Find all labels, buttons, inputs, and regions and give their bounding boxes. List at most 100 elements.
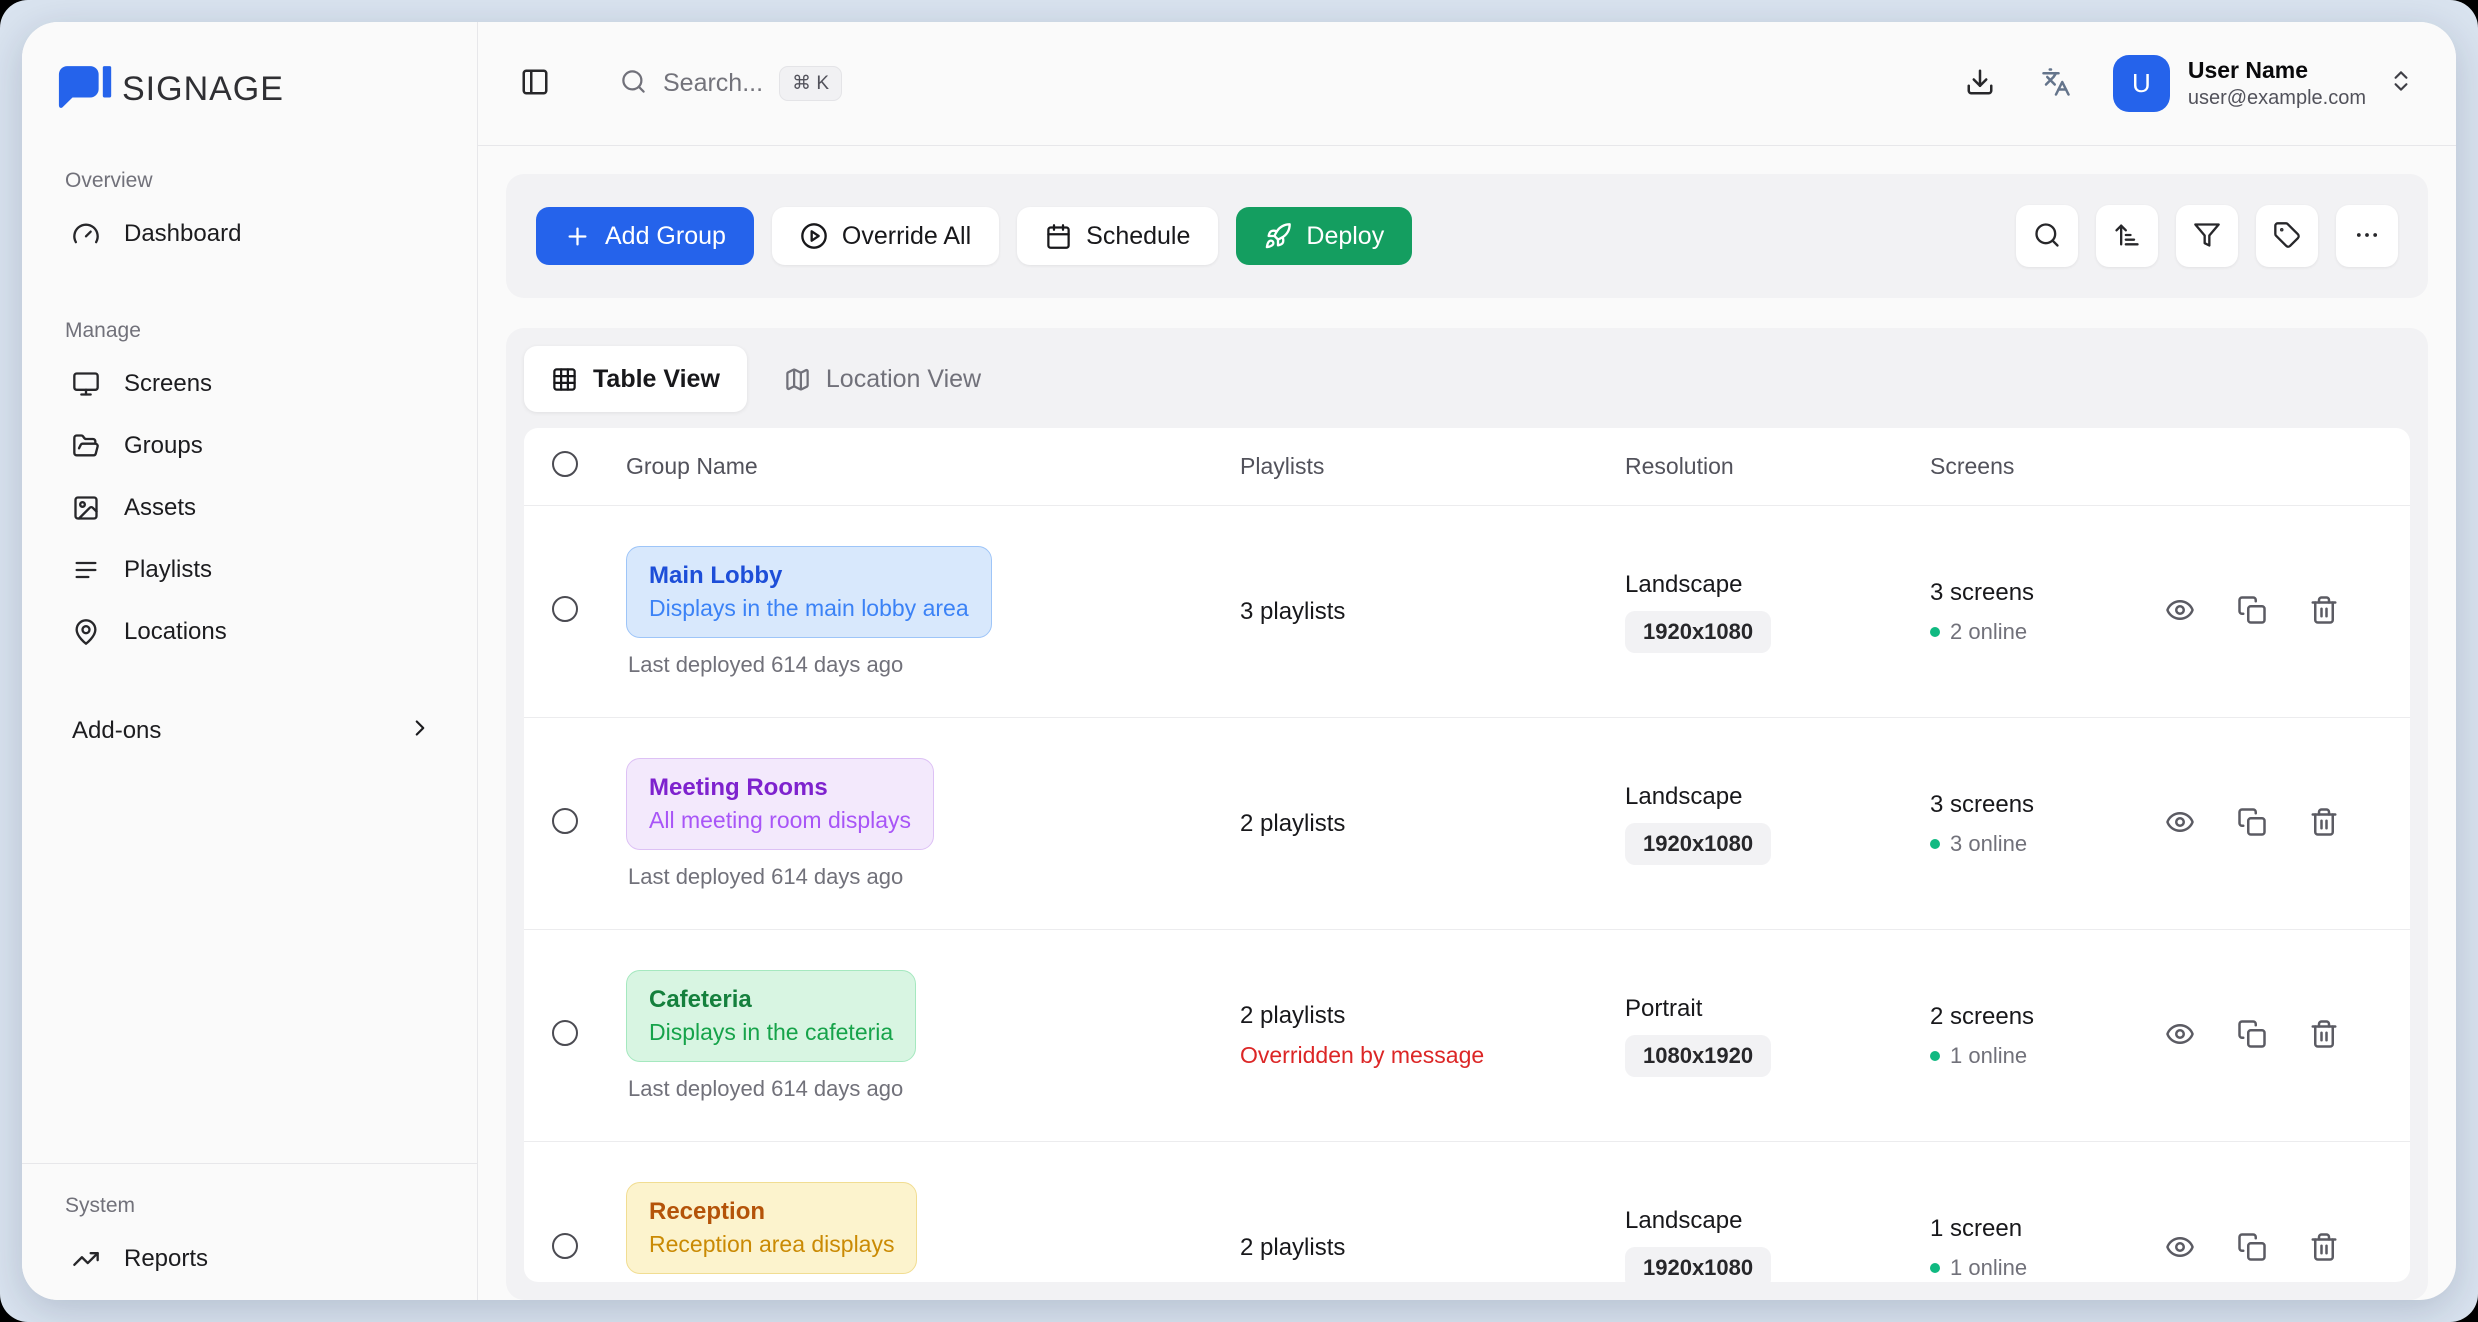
row-checkbox[interactable] (552, 1020, 578, 1046)
last-deployed-text: Last deployed 614 days ago (626, 864, 1230, 890)
download-button[interactable] (1965, 67, 1995, 100)
filter-button[interactable] (2176, 205, 2238, 267)
sidebar-toggle-button[interactable] (520, 67, 550, 100)
schedule-label: Schedule (1086, 222, 1190, 251)
group-badge[interactable]: Main Lobby Displays in the main lobby ar… (626, 546, 992, 638)
duplicate-group-button[interactable] (2237, 807, 2267, 840)
view-group-button[interactable] (2165, 1232, 2195, 1265)
row-actions (2165, 1232, 2410, 1265)
row-checkbox-cell (524, 1233, 616, 1264)
sidebar-item-dashboard[interactable]: Dashboard (22, 203, 477, 265)
delete-group-button[interactable] (2309, 1019, 2339, 1052)
resolution-cell: Landscape 1920x1080 (1625, 783, 1930, 865)
brand-name: SIGNAGE (122, 70, 284, 109)
language-button[interactable] (2041, 67, 2071, 100)
group-name-cell: Cafeteria Displays in the cafeteria Last… (616, 970, 1240, 1102)
chevrons-up-down-icon[interactable] (2388, 68, 2414, 99)
duplicate-group-button[interactable] (2237, 1019, 2267, 1052)
tab-location-view[interactable]: Location View (757, 346, 1008, 412)
override-all-button[interactable]: Override All (772, 207, 999, 265)
table-row[interactable]: Meeting Rooms All meeting room displays … (524, 718, 2410, 930)
row-checkbox-cell (524, 596, 616, 627)
group-badge[interactable]: Cafeteria Displays in the cafeteria (626, 970, 916, 1062)
group-badge[interactable]: Meeting Rooms All meeting room displays (626, 758, 934, 850)
copy-icon (2237, 807, 2267, 840)
sidebar-item-groups[interactable]: Groups (22, 415, 477, 477)
copy-icon (2237, 595, 2267, 628)
playlists-count: 3 playlists (1240, 598, 1625, 626)
column-header-screens: Screens (1930, 453, 2165, 480)
user-meta[interactable]: User Name user@example.com (2188, 57, 2366, 111)
global-search[interactable]: Search... ⌘ K (620, 66, 842, 101)
tags-button[interactable] (2256, 205, 2318, 267)
playlists-cell: 2 playlists (1240, 810, 1625, 838)
add-group-button[interactable]: Add Group (536, 207, 754, 265)
chevron-right-icon (407, 715, 433, 748)
sidebar-item-screens[interactable]: Screens (22, 353, 477, 415)
table-search-button[interactable] (2016, 205, 2078, 267)
orientation-text: Landscape (1625, 571, 1930, 599)
delete-group-button[interactable] (2309, 595, 2339, 628)
table-row[interactable]: Main Lobby Displays in the main lobby ar… (524, 506, 2410, 718)
deploy-label: Deploy (1306, 222, 1384, 251)
row-checkbox[interactable] (552, 808, 578, 834)
tab-table-view[interactable]: Table View (524, 346, 747, 412)
table-icon (551, 366, 578, 393)
screens-count: 1 screen (1930, 1215, 2165, 1243)
resolution-cell: Landscape 1920x1080 (1625, 1207, 1930, 1282)
group-badge[interactable]: Reception Reception area displays (626, 1182, 917, 1274)
group-description: Displays in the cafeteria (649, 1019, 893, 1046)
sidebar-section-overview: Overview (22, 169, 477, 193)
view-group-button[interactable] (2165, 1019, 2195, 1052)
column-header-resolution: Resolution (1625, 453, 1930, 480)
playlists-cell: 2 playlists (1240, 1234, 1625, 1262)
group-description: Displays in the main lobby area (649, 595, 969, 622)
main-area: Search... ⌘ K U (478, 22, 2456, 1300)
view-group-button[interactable] (2165, 807, 2195, 840)
search-shortcut-badge: ⌘ K (779, 66, 842, 101)
calendar-icon (1045, 223, 1072, 250)
delete-group-button[interactable] (2309, 807, 2339, 840)
tag-icon (2273, 221, 2301, 252)
row-checkbox[interactable] (552, 596, 578, 622)
online-dot (1930, 627, 1940, 637)
page-content: Add Group Override All Sch (478, 146, 2456, 1300)
view-group-button[interactable] (2165, 595, 2195, 628)
online-dot (1930, 839, 1940, 849)
sidebar-item-reports[interactable]: Reports (22, 1228, 477, 1290)
table-row[interactable]: Reception Reception area displays Last d… (524, 1142, 2410, 1282)
row-actions (2165, 807, 2410, 840)
panel-left-icon (520, 67, 550, 100)
override-status: Overridden by message (1240, 1042, 1625, 1069)
duplicate-group-button[interactable] (2237, 1232, 2267, 1265)
group-name-cell: Main Lobby Displays in the main lobby ar… (616, 546, 1240, 678)
select-all-checkbox[interactable] (552, 451, 578, 477)
table-row[interactable]: Cafeteria Displays in the cafeteria Last… (524, 930, 2410, 1142)
delete-group-button[interactable] (2309, 1232, 2339, 1265)
schedule-button[interactable]: Schedule (1017, 207, 1218, 265)
more-options-button[interactable] (2336, 205, 2398, 267)
sidebar-item-label: Reports (124, 1245, 208, 1273)
sidebar-item-locations[interactable]: Locations (22, 601, 477, 663)
app-window: SIGNAGE Overview Dashboard Manage Screen… (22, 22, 2456, 1300)
trash-icon (2309, 595, 2339, 628)
user-avatar[interactable]: U (2113, 55, 2170, 112)
download-icon (1965, 67, 1995, 100)
sort-ascending-icon (2113, 221, 2141, 252)
screens-cell: 1 screen 1 online (1930, 1215, 2165, 1281)
eye-icon (2165, 1019, 2195, 1052)
sidebar-item-label: Playlists (124, 556, 212, 584)
duplicate-group-button[interactable] (2237, 595, 2267, 628)
sidebar-item-assets[interactable]: Assets (22, 477, 477, 539)
online-dot (1930, 1263, 1940, 1273)
group-name-cell: Reception Reception area displays Last d… (616, 1182, 1240, 1282)
sort-button[interactable] (2096, 205, 2158, 267)
online-count: 2 online (1950, 619, 2027, 645)
orientation-text: Landscape (1625, 1207, 1930, 1235)
sidebar-item-playlists[interactable]: Playlists (22, 539, 477, 601)
addons-label: Add-ons (72, 717, 161, 745)
deploy-button[interactable]: Deploy (1236, 207, 1412, 265)
sidebar-item-addons[interactable]: Add-ons (22, 699, 477, 763)
topbar: Search... ⌘ K U (478, 22, 2456, 146)
row-checkbox[interactable] (552, 1233, 578, 1259)
